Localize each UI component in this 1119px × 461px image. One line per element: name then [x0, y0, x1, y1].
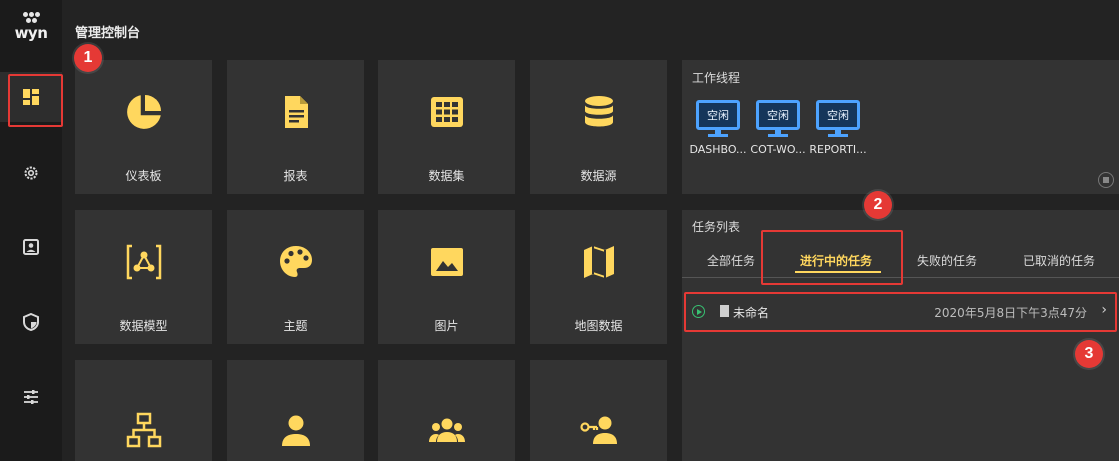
wyn-logo[interactable]: wyn [8, 10, 54, 44]
tile-label: 报表 [283, 169, 308, 183]
tab-cancelled-tasks[interactable]: 已取消的任务 [1023, 252, 1095, 269]
worker-status: 空闲 [827, 109, 849, 122]
tile-label: 数据集 [428, 169, 465, 183]
tab-all-tasks[interactable]: 全部任务 [707, 252, 755, 269]
logo-text: wyn [14, 24, 48, 42]
tile-organization[interactable] [75, 360, 212, 461]
user-card-icon [23, 239, 39, 255]
gear-icon [24, 166, 38, 180]
sidebar-item-settings[interactable] [0, 148, 62, 198]
tile-label: 仪表板 [125, 169, 162, 183]
tile-label: 主题 [283, 319, 308, 333]
tile-image[interactable]: 图片 [378, 210, 515, 344]
tile-dataset[interactable]: 数据集 [378, 60, 515, 194]
tile-data-model[interactable]: 数据模型 [75, 210, 212, 344]
tile-datasource[interactable]: 数据源 [530, 60, 667, 194]
org-tree-icon [124, 410, 164, 450]
monitor-icon: 空闲 [816, 100, 860, 140]
tile-label: 图片 [434, 319, 459, 333]
annotation-marker-2: 2 [864, 191, 892, 219]
tile-label: 地图数据 [574, 319, 623, 333]
sidebar-item-security[interactable] [0, 297, 62, 347]
worker-panel: 工作线程 [682, 60, 1119, 194]
document-icon [276, 92, 316, 132]
tab-failed-tasks[interactable]: 失败的任务 [917, 252, 977, 269]
stop-icon [1103, 177, 1109, 183]
group-icon [427, 410, 467, 450]
highlight-box-dashboard [8, 74, 63, 127]
monitor-icon: 空闲 [756, 100, 800, 140]
worker-name: DASHBO... [689, 143, 747, 156]
pie-chart-icon [124, 92, 164, 132]
user-key-icon [579, 410, 619, 450]
map-icon [579, 242, 619, 282]
sliders-icon [24, 390, 38, 404]
logo-dots [23, 12, 41, 24]
page-title: 管理控制台 [75, 26, 141, 41]
monitor-icon: 空闲 [696, 100, 740, 140]
highlight-box-task-row [684, 292, 1117, 332]
user-icon [276, 410, 316, 450]
tile-label: 数据模型 [119, 319, 168, 333]
tile-user-key[interactable] [530, 360, 667, 461]
sidebar-item-preferences[interactable] [0, 372, 62, 422]
table-grid-icon [427, 92, 467, 132]
tile-report[interactable]: 报表 [227, 60, 364, 194]
palette-icon [276, 242, 316, 282]
tile-label: 数据源 [580, 169, 617, 183]
image-icon [427, 242, 467, 282]
highlight-box-running-tab [761, 230, 903, 285]
data-model-icon [124, 242, 164, 282]
task-panel-title: 任务列表 [692, 220, 741, 234]
worker-status: 空闲 [767, 109, 789, 122]
annotation-marker-1: 1 [74, 44, 102, 72]
sidebar-item-users[interactable] [0, 222, 62, 272]
worker-status: 空闲 [707, 109, 729, 122]
worker-name: COT-WO... [750, 143, 806, 156]
tile-map-data[interactable]: 地图数据 [530, 210, 667, 344]
worker-panel-title: 工作线程 [692, 71, 741, 85]
annotation-marker-3: 3 [1075, 340, 1103, 368]
shield-icon [23, 313, 39, 331]
stop-button[interactable] [1098, 172, 1114, 188]
sidebar: wyn [0, 0, 62, 461]
tile-theme[interactable]: 主题 [227, 210, 364, 344]
tile-group[interactable] [378, 360, 515, 461]
tile-dashboard[interactable]: 仪表板 [75, 60, 212, 194]
worker-name: REPORTI... [809, 143, 867, 156]
database-icon [579, 92, 619, 132]
tile-user[interactable] [227, 360, 364, 461]
